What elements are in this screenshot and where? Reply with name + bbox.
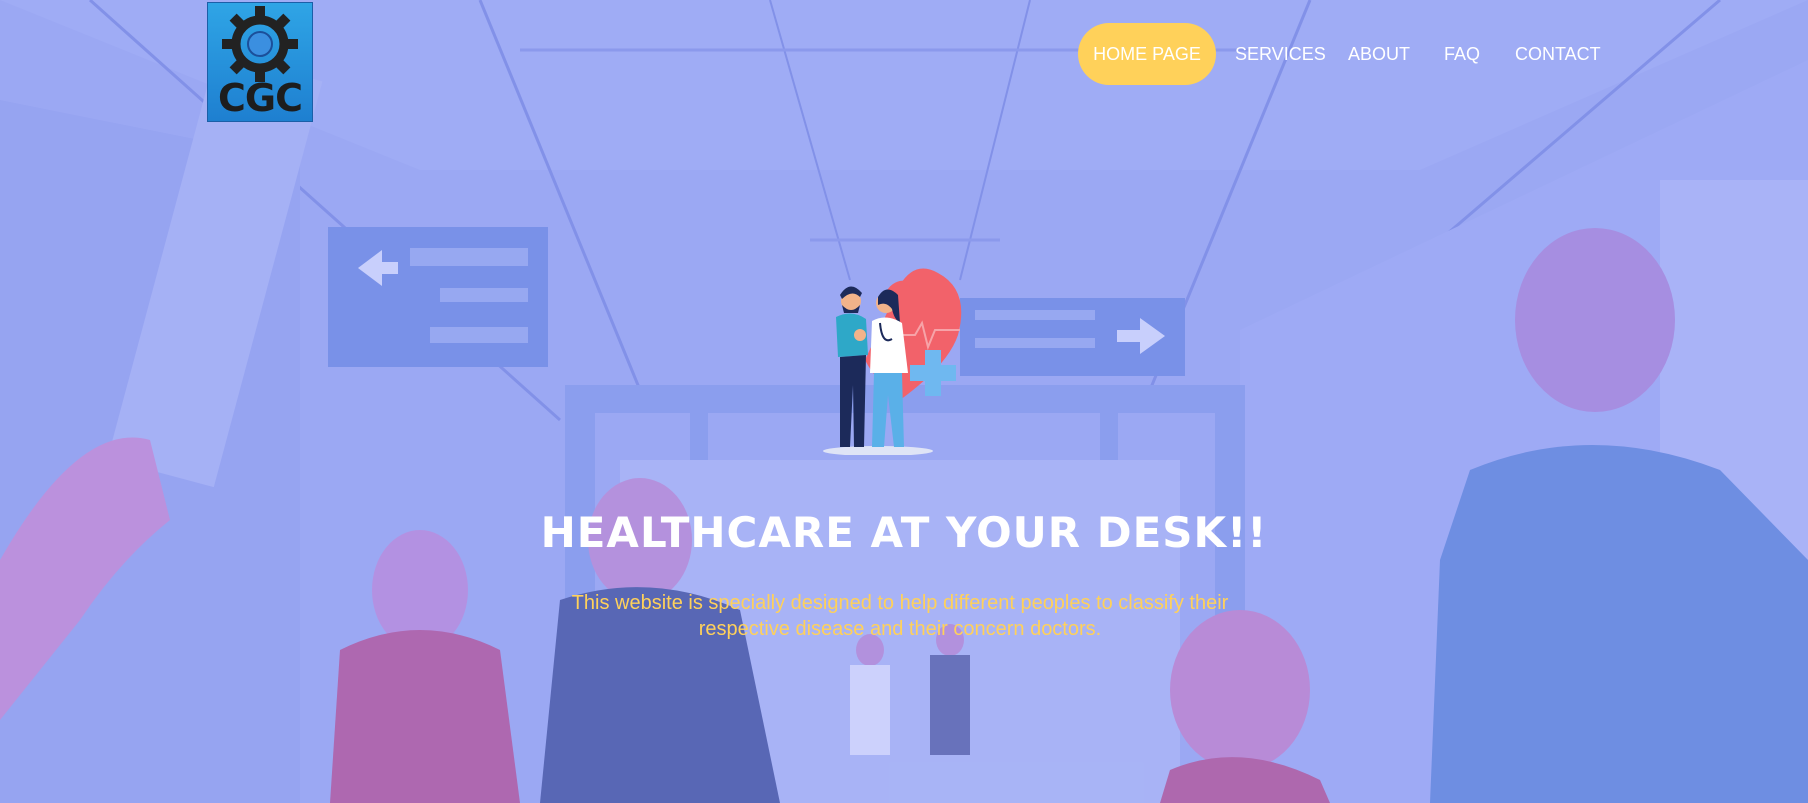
hero-subtitle: This website is specially designed to he…	[540, 590, 1260, 642]
nav-services[interactable]: SERVICES	[1235, 23, 1326, 85]
nav-faq[interactable]: FAQ	[1444, 23, 1480, 85]
nav-contact[interactable]: CONTACT	[1515, 23, 1601, 85]
doctor-patient-heart-icon	[823, 268, 962, 455]
nav-about[interactable]: ABOUT	[1348, 23, 1410, 85]
logo-text: CGC	[218, 76, 303, 120]
site-logo[interactable]: CGC	[207, 2, 313, 122]
hero-subtitle-line1: This website is specially designed to he…	[571, 592, 1229, 614]
hero-subtitle-line2: respective disease and their concern doc…	[698, 618, 1102, 640]
hero-title: HEALTHCARE AT YOUR DESK!!	[540, 508, 1268, 557]
nav-home-page[interactable]: HOME PAGE	[1078, 23, 1216, 85]
